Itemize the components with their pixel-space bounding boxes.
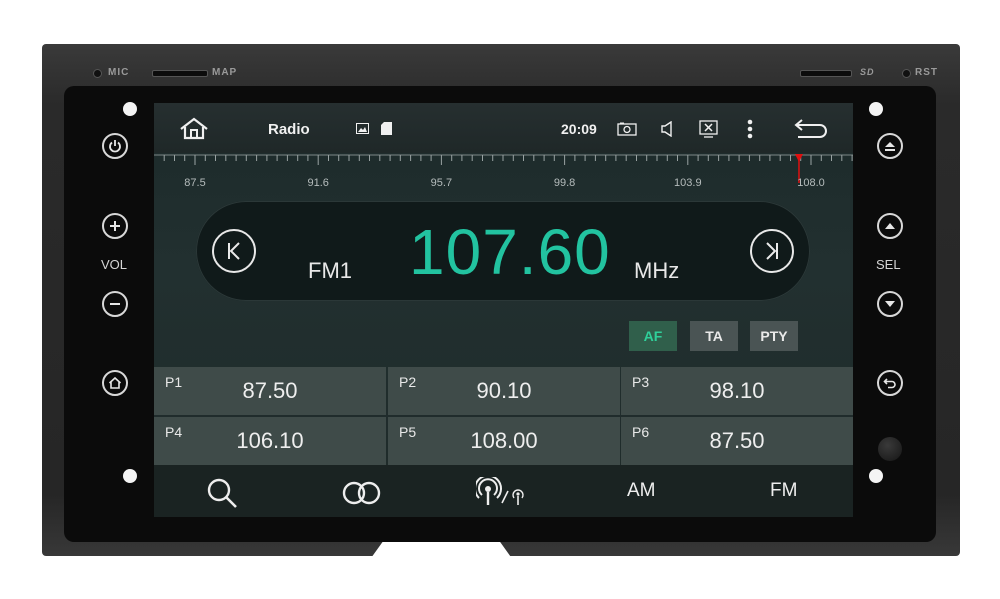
preset-frequency: 90.10 — [476, 378, 532, 403]
preset-p3[interactable]: P3 98.10 — [621, 367, 853, 415]
home-hard-button[interactable] — [102, 370, 128, 396]
map-label: MAP — [212, 67, 238, 78]
preset-frequency: 98.10 — [709, 378, 765, 403]
status-bar: Radio 20:09 — [154, 103, 853, 153]
bottom-toolbar: AM FM — [154, 465, 853, 517]
preset-frequency: 87.50 — [242, 378, 298, 403]
scale-label: 87.5 — [184, 177, 206, 189]
preset-grid: P1 87.50 P2 90.10 P3 98.10 P4 106.10 P5 … — [154, 367, 853, 465]
scale-label: 108.0 — [797, 177, 825, 189]
indicator-dot — [869, 102, 883, 116]
af-button[interactable]: AF — [629, 321, 677, 351]
frequency-display: 107.60 — [409, 216, 611, 288]
mic-label: MIC — [108, 67, 130, 78]
indicator-dot — [123, 469, 137, 483]
rotary-knob[interactable] — [878, 437, 902, 461]
indicator-dot — [123, 102, 137, 116]
ta-button[interactable]: TA — [690, 321, 738, 351]
back-hard-button[interactable] — [877, 370, 903, 396]
stereo-icon[interactable] — [341, 481, 383, 505]
seek-next-button[interactable] — [750, 229, 794, 273]
close-box-icon[interactable] — [699, 120, 718, 138]
clock: 20:09 — [561, 121, 597, 137]
eject-button[interactable] — [877, 133, 903, 159]
back-arrow-icon[interactable] — [794, 118, 828, 140]
sd-label: SD — [860, 67, 875, 77]
vol-label: VOL — [101, 257, 128, 272]
more-vert-icon[interactable] — [747, 119, 753, 139]
preset-p1[interactable]: P1 87.50 — [154, 367, 386, 415]
sd-card-slot — [800, 70, 852, 77]
scale-label: 95.7 — [430, 177, 453, 189]
back-icon — [883, 378, 896, 389]
radio-screen: Radio 20:09 87.5 91.6 95.7 99.8 103.9 10… — [154, 103, 853, 517]
preset-p5[interactable]: P5 108.00 — [388, 417, 620, 465]
preset-p4[interactable]: P4 106.10 — [154, 417, 386, 465]
home-icon[interactable] — [178, 117, 210, 141]
select-down-button[interactable] — [877, 291, 903, 317]
fm-button[interactable]: FM — [770, 480, 797, 502]
scale-label: 99.8 — [553, 177, 576, 189]
tuning-needle-head — [794, 154, 803, 162]
indicator-dot — [869, 469, 883, 483]
preset-frequency: 106.10 — [236, 428, 304, 453]
reset-hole[interactable] — [902, 69, 911, 78]
seek-prev-button[interactable] — [212, 229, 256, 273]
frequency-scale[interactable] — [154, 153, 853, 193]
seek-prev-icon — [228, 242, 240, 260]
volume-icon[interactable] — [661, 121, 675, 137]
preset-p6[interactable]: P6 87.50 — [621, 417, 853, 465]
search-icon[interactable] — [206, 477, 240, 509]
down-icon — [885, 301, 895, 307]
map-card-slot — [152, 70, 208, 77]
minus-icon — [110, 303, 120, 305]
antenna-icon[interactable] — [476, 477, 528, 507]
volume-down-button[interactable] — [102, 291, 128, 317]
seek-next-icon — [766, 242, 778, 260]
pty-button[interactable]: PTY — [750, 321, 798, 351]
mic-hole — [93, 69, 102, 78]
band-label: FM1 — [308, 258, 352, 283]
am-button[interactable]: AM — [627, 480, 656, 502]
up-icon — [885, 223, 895, 229]
power-icon — [109, 140, 121, 153]
sel-label: SEL — [876, 257, 901, 272]
home-icon — [108, 376, 122, 389]
preset-p2[interactable]: P2 90.10 — [388, 367, 620, 415]
eject-icon — [885, 142, 895, 151]
scale-label: 103.9 — [674, 177, 702, 189]
volume-up-button[interactable] — [102, 213, 128, 239]
plus-icon — [110, 221, 120, 231]
power-button[interactable] — [102, 133, 128, 159]
preset-frequency: 87.50 — [709, 428, 765, 453]
rst-label: RST — [915, 67, 938, 78]
scale-label: 91.6 — [307, 177, 329, 189]
sd-card-icon — [381, 122, 392, 135]
camera-icon[interactable] — [617, 122, 637, 136]
select-up-button[interactable] — [877, 213, 903, 239]
app-title: Radio — [268, 121, 310, 138]
frequency-unit: MHz — [634, 258, 680, 283]
preset-frequency: 108.00 — [470, 428, 538, 453]
image-icon — [356, 123, 369, 134]
